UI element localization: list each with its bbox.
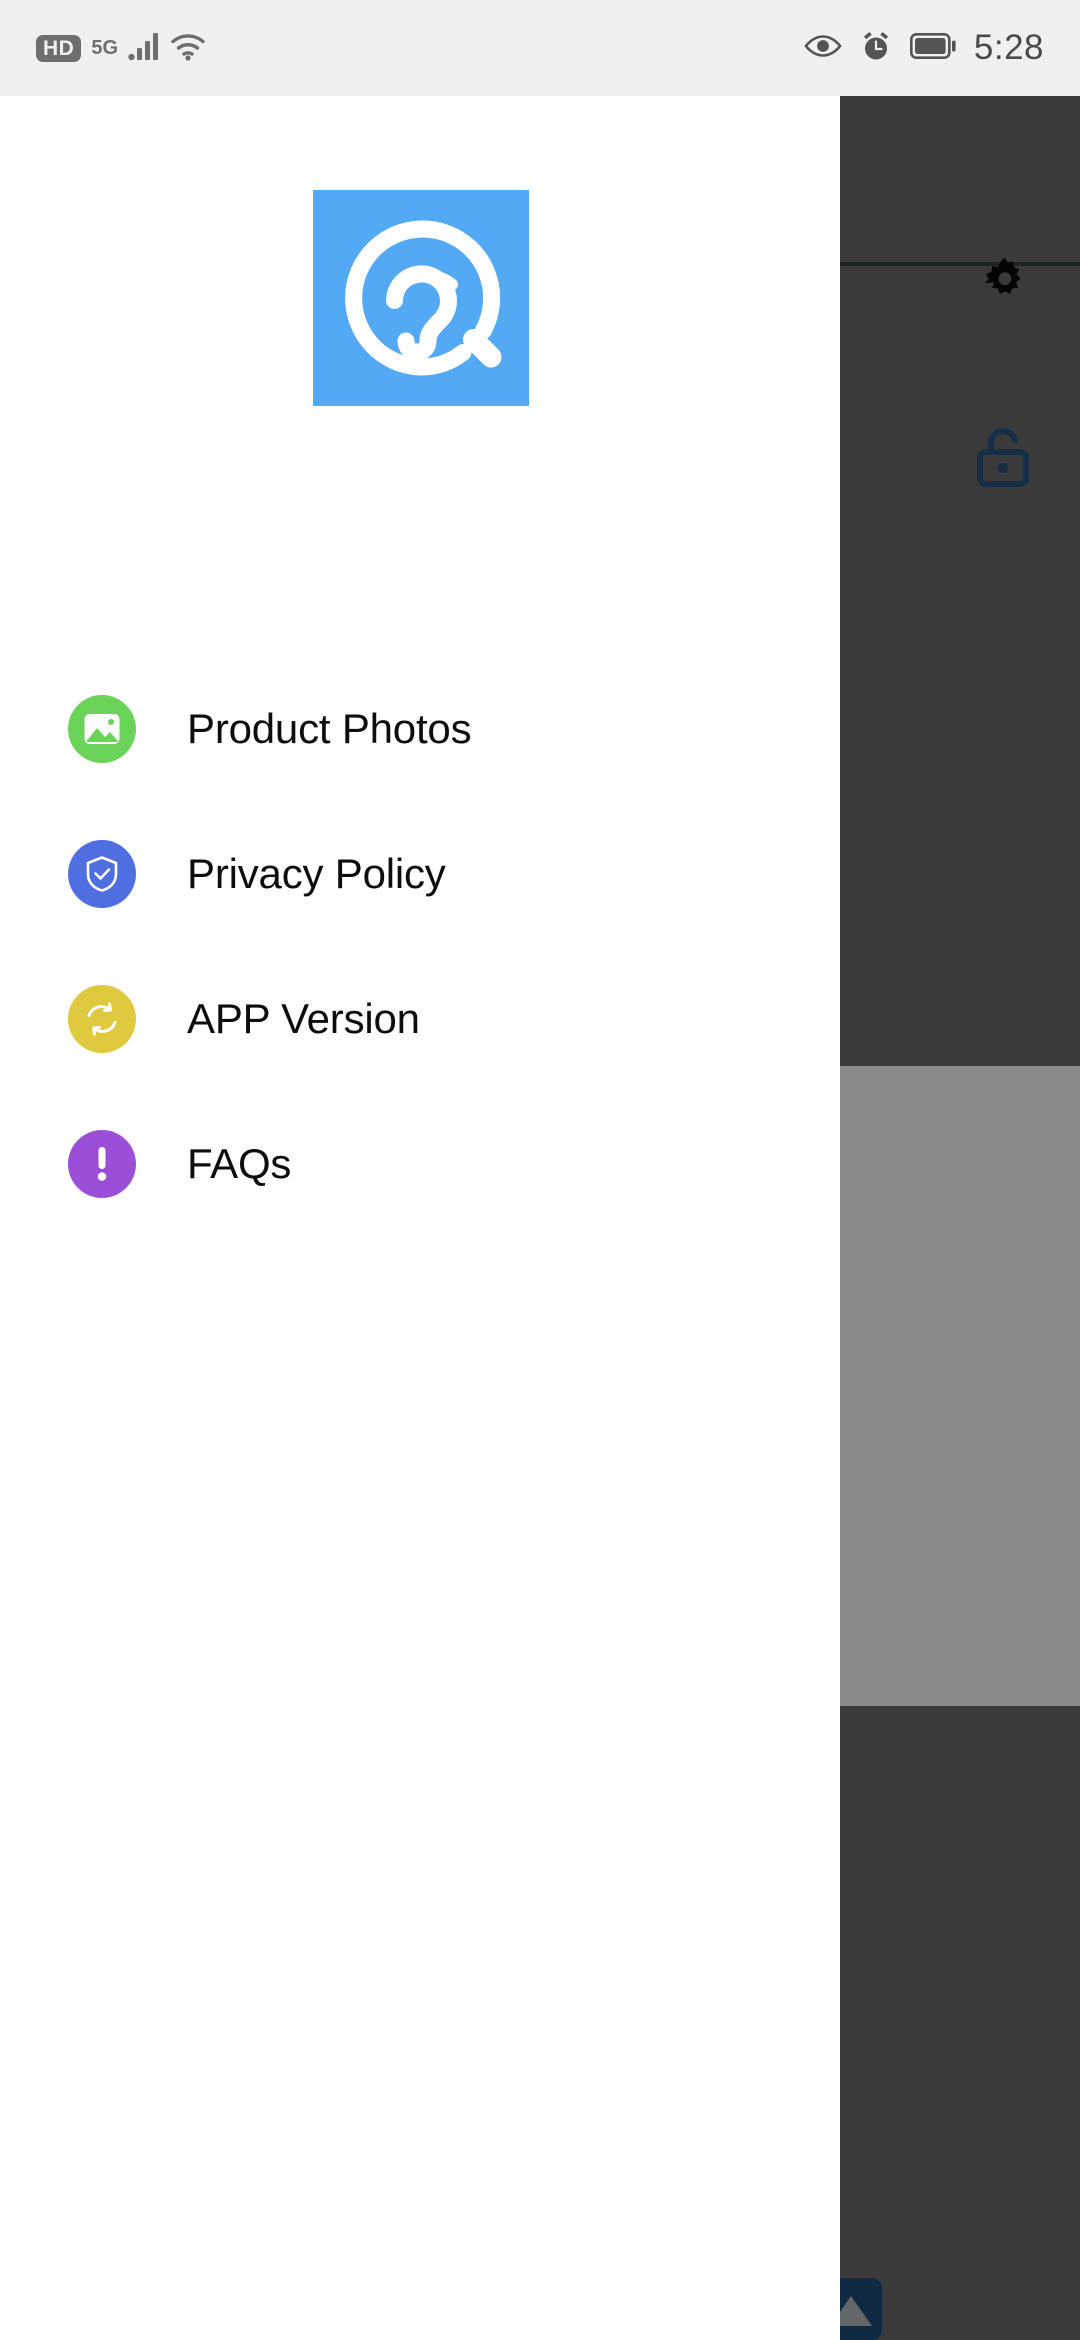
ear-hearing-icon bbox=[345, 220, 502, 376]
phone-screen: HD 5G 5:28 Product Photos Privacy Policy… bbox=[0, 0, 1080, 2340]
menu-item-label: Product Photos bbox=[187, 704, 472, 752]
app-logo bbox=[313, 190, 529, 406]
status-bar-left: HD 5G bbox=[36, 31, 206, 66]
image-icon bbox=[68, 694, 136, 763]
drawer-menu: Product Photos Privacy Policy APP Versio… bbox=[0, 656, 840, 1236]
alarm-clock-icon bbox=[860, 30, 892, 67]
menu-item-product-photos[interactable]: Product Photos bbox=[0, 656, 840, 801]
wifi-icon bbox=[170, 31, 206, 66]
eye-icon bbox=[804, 33, 842, 64]
5g-label-icon: 5G bbox=[91, 36, 119, 59]
menu-item-label: FAQs bbox=[187, 1139, 292, 1187]
menu-item-faqs[interactable]: FAQs bbox=[0, 1091, 840, 1236]
menu-item-label: APP Version bbox=[187, 994, 420, 1042]
status-bar: HD 5G 5:28 bbox=[0, 0, 1080, 96]
exclamation-icon bbox=[68, 1129, 136, 1198]
refresh-sync-icon bbox=[68, 984, 136, 1053]
battery-icon bbox=[909, 32, 956, 64]
hd-badge-icon: HD bbox=[36, 34, 82, 62]
status-bar-right: 5:28 bbox=[804, 28, 1044, 68]
signal-bars-icon bbox=[128, 31, 160, 66]
menu-item-privacy-policy[interactable]: Privacy Policy bbox=[0, 801, 840, 946]
menu-item-app-version[interactable]: APP Version bbox=[0, 946, 840, 1091]
menu-item-label: Privacy Policy bbox=[187, 849, 446, 897]
status-bar-clock: 5:28 bbox=[973, 28, 1044, 67]
navigation-drawer: Product Photos Privacy Policy APP Versio… bbox=[0, 96, 840, 2340]
shield-check-icon bbox=[68, 839, 136, 908]
